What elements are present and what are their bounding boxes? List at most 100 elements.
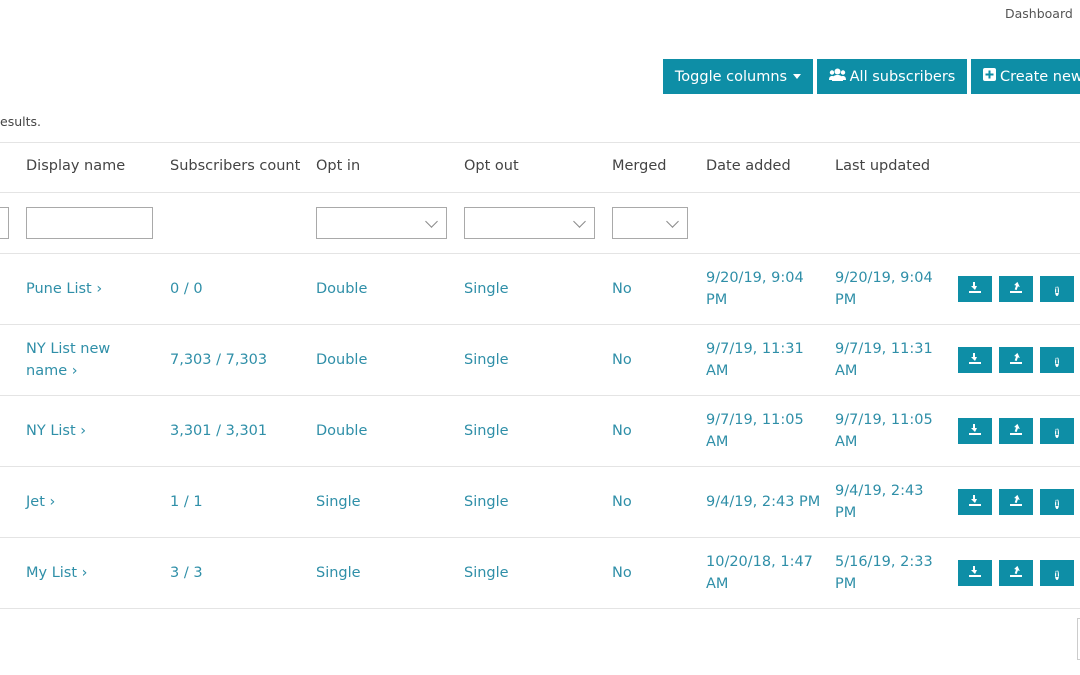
header-date-added[interactable]: Date added xyxy=(706,158,791,174)
all-subscribers-label: All subscribers xyxy=(849,68,956,85)
table-row: My List › 3 / 3 Single Single No 10/20/18, 1:… xyxy=(0,538,1080,609)
date-added-cell: 9/20/19, 9:04 PM xyxy=(706,267,826,311)
subscribers-count-cell[interactable]: 3,301 / 3,301 xyxy=(170,420,310,442)
chevron-down-icon xyxy=(425,215,438,228)
subscribers-count-cell-text: 7,303 / 7,303 xyxy=(170,352,268,368)
subscribers-count-cell[interactable]: 7,303 / 7,303 xyxy=(170,349,310,371)
export-button[interactable] xyxy=(999,489,1033,515)
info-icon: i xyxy=(1055,498,1059,509)
table-row: Pune List › 0 / 0 Double Single No 9/20/19, 9… xyxy=(0,254,1080,325)
opt-in-filter-select[interactable] xyxy=(316,207,447,239)
import-button[interactable] xyxy=(958,560,992,586)
create-new-label: Create new xyxy=(1000,68,1080,85)
last-updated-cell: 9/7/19, 11:31 AM xyxy=(835,338,935,382)
all-subscribers-button[interactable]: All subscribers xyxy=(817,59,967,94)
merged-cell-text: No xyxy=(612,352,632,368)
chevron-down-icon xyxy=(666,215,679,228)
import-button[interactable] xyxy=(958,418,992,444)
date-added-cell: 9/7/19, 11:05 AM xyxy=(706,409,826,453)
list-name-link-text: Jet xyxy=(26,494,45,510)
list-name-link[interactable]: Jet › xyxy=(26,491,146,513)
header-display-name[interactable]: Display name xyxy=(26,158,125,174)
date-added-cell-text: 9/4/19, 2:43 PM xyxy=(706,494,821,510)
last-updated-cell: 9/4/19, 2:43 PM xyxy=(835,480,935,524)
header-subscribers-count[interactable]: Subscribers count xyxy=(170,158,300,174)
subscribers-count-cell[interactable]: 0 / 0 xyxy=(170,278,310,300)
opt-in-cell-text: Single xyxy=(316,565,361,581)
subscribers-count-cell-text: 3 / 3 xyxy=(170,565,203,581)
breadcrumb-dashboard[interactable]: Dashboard xyxy=(1005,6,1073,21)
info-button[interactable]: i xyxy=(1040,560,1074,586)
info-icon: i xyxy=(1055,569,1059,580)
export-icon xyxy=(1009,565,1023,581)
subscribers-count-cell[interactable]: 1 / 1 xyxy=(170,491,310,513)
merged-cell-text: No xyxy=(612,281,632,297)
list-name-link[interactable]: NY List › xyxy=(26,420,146,442)
export-button[interactable] xyxy=(999,347,1033,373)
merged-cell-text: No xyxy=(612,494,632,510)
info-button[interactable]: i xyxy=(1040,347,1074,373)
list-name-link[interactable]: Pune List › xyxy=(26,278,146,300)
import-icon xyxy=(968,352,982,368)
info-button[interactable]: i xyxy=(1040,489,1074,515)
merged-filter-select[interactable] xyxy=(612,207,688,239)
opt-out-cell-text: Single xyxy=(464,352,509,368)
users-icon xyxy=(828,68,846,85)
opt-out-cell: Single xyxy=(464,278,604,300)
chevron-down-icon xyxy=(573,215,586,228)
export-button[interactable] xyxy=(999,418,1033,444)
merged-cell-text: No xyxy=(612,565,632,581)
list-name-link[interactable]: NY List new name › xyxy=(26,338,146,382)
header-merged[interactable]: Merged xyxy=(612,158,666,174)
create-new-button[interactable]: Create new xyxy=(971,59,1080,94)
header-opt-in[interactable]: Opt in xyxy=(316,158,360,174)
toggle-columns-label: Toggle columns xyxy=(674,68,788,85)
chevron-right-icon: › xyxy=(44,494,56,510)
import-button[interactable] xyxy=(958,347,992,373)
last-updated-cell-text: 9/7/19, 11:31 AM xyxy=(835,341,933,379)
last-updated-cell-text: 9/20/19, 9:04 PM xyxy=(835,270,933,308)
opt-out-cell-text: Single xyxy=(464,494,509,510)
import-icon xyxy=(968,494,982,510)
header-last-updated[interactable]: Last updated xyxy=(835,158,930,174)
toggle-columns-button[interactable]: Toggle columns xyxy=(663,59,813,94)
last-updated-cell-text: 9/4/19, 2:43 PM xyxy=(835,483,924,521)
info-button[interactable]: i xyxy=(1040,418,1074,444)
chevron-right-icon: › xyxy=(77,565,88,581)
export-icon xyxy=(1009,423,1023,439)
list-name-link-text: Pune List xyxy=(26,281,92,297)
opt-in-cell: Single xyxy=(316,562,456,584)
export-button[interactable] xyxy=(999,560,1033,586)
opt-in-cell-text: Double xyxy=(316,423,368,439)
list-name-link[interactable]: My List › xyxy=(26,562,146,584)
display-name-filter-input[interactable] xyxy=(26,207,153,239)
chevron-right-icon: › xyxy=(67,363,78,379)
table-top-border xyxy=(0,142,1080,143)
table-row: NY List new name › 7,303 / 7,303 Double Sin… xyxy=(0,325,1080,396)
opt-in-cell: Double xyxy=(316,420,456,442)
caret-down-icon xyxy=(793,74,802,79)
export-icon xyxy=(1009,281,1023,297)
export-button[interactable] xyxy=(999,276,1033,302)
row-actions: i xyxy=(958,418,1080,444)
table-row: Jet › 1 / 1 Single Single No 9/4/19, 2:43 PM 9… xyxy=(0,467,1080,538)
list-name-link-text: NY List xyxy=(26,423,76,439)
opt-in-cell-text: Double xyxy=(316,281,368,297)
date-added-cell-text: 9/20/19, 9:04 PM xyxy=(706,270,804,308)
import-button[interactable] xyxy=(958,276,992,302)
merged-cell: No xyxy=(612,562,692,584)
import-button[interactable] xyxy=(958,489,992,515)
opt-in-cell-text: Single xyxy=(316,494,361,510)
header-opt-out[interactable]: Opt out xyxy=(464,158,519,174)
info-icon: i xyxy=(1055,356,1059,367)
subscribers-count-cell[interactable]: 3 / 3 xyxy=(170,562,310,584)
info-button[interactable]: i xyxy=(1040,276,1074,302)
date-added-cell-text: 10/20/18, 1:47 AM xyxy=(706,554,813,592)
info-icon: i xyxy=(1055,427,1059,438)
opt-out-cell-text: Single xyxy=(464,423,509,439)
opt-out-filter-select[interactable] xyxy=(464,207,595,239)
filter-input-partial[interactable] xyxy=(0,207,9,239)
opt-out-cell: Single xyxy=(464,349,604,371)
header-divider xyxy=(0,192,1080,193)
opt-in-cell: Double xyxy=(316,278,456,300)
